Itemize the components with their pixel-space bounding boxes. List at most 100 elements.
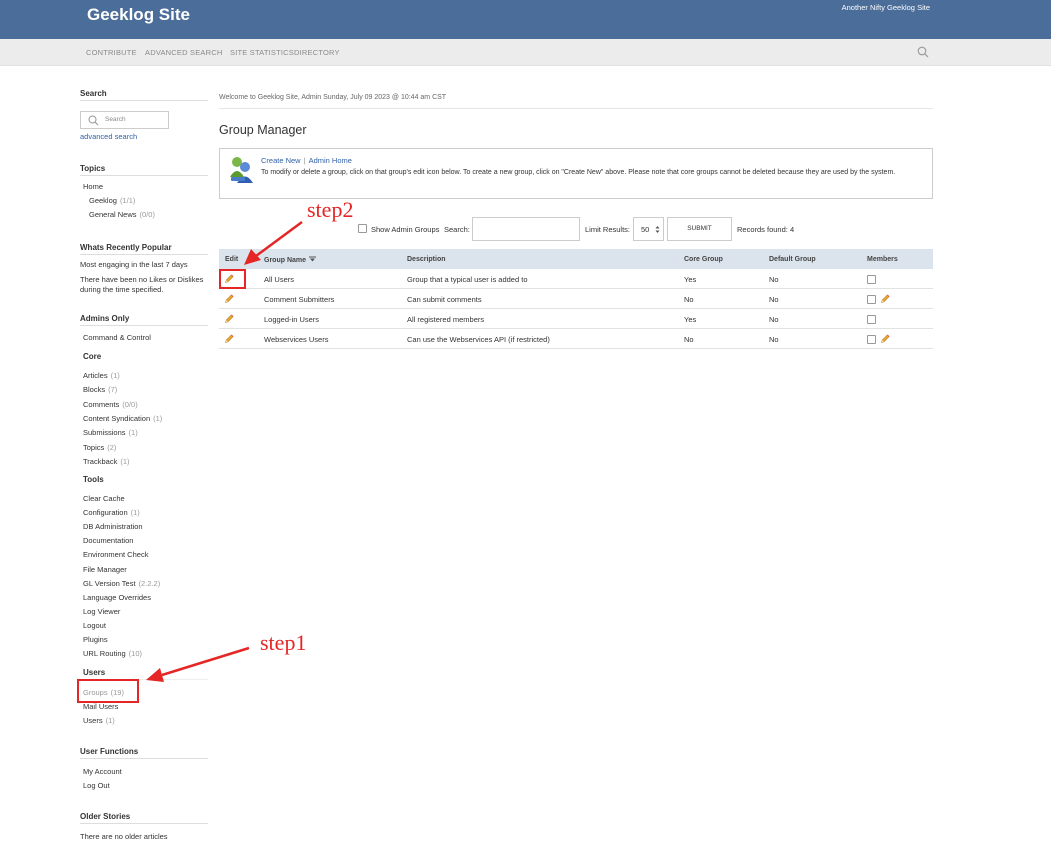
sidebar-link-label: Language Overrides [83, 592, 151, 602]
topic-count: (1/1) [119, 196, 136, 205]
step1-arrow-line [161, 646, 250, 677]
group-name-cell: All Users [264, 275, 295, 284]
submit-button[interactable]: SUBMIT [667, 217, 732, 241]
sidebar-link-label: Environment Check [83, 550, 149, 560]
sidebar-link-label: URL Routing [83, 649, 126, 659]
sidebar-link-count: (1) [128, 428, 138, 438]
nav-advanced-search[interactable]: ADVANCED SEARCH [145, 48, 222, 57]
edit-group-icon[interactable] [224, 314, 234, 324]
sidebar-link-label: Comments [83, 399, 120, 409]
sidebar-link-documentation[interactable]: Documentation [83, 536, 133, 545]
header-group-name[interactable]: Group Name [264, 256, 317, 264]
group-users-icon [230, 157, 253, 183]
sidebar-link-comments[interactable]: Comments (0/0) [83, 400, 138, 409]
sidebar-link-plugins[interactable]: Plugins [83, 635, 108, 644]
search-icon[interactable] [917, 46, 929, 58]
members-checkbox[interactable] [867, 275, 876, 284]
sidebar-link-label: DB Administration [83, 522, 143, 532]
admin-home-link[interactable]: Admin Home [309, 156, 352, 165]
members-checkbox[interactable] [867, 315, 876, 324]
sidebar-search-title: Search [80, 89, 208, 101]
sidebar-admins-title: Admins Only [80, 314, 208, 326]
sidebar-link-label: Submissions [83, 428, 126, 438]
sidebar-link-gl-version-test[interactable]: GL Version Test (2.2.2) [83, 579, 160, 588]
sidebar-link-blocks[interactable]: Blocks (7) [83, 385, 117, 394]
tools-section-title: Tools [83, 475, 104, 484]
sidebar-link-label: Articles [83, 371, 108, 380]
sidebar-link-file-manager[interactable]: File Manager [83, 565, 127, 574]
popular-empty-text-2: during the time specified. [80, 285, 164, 294]
header-description: Description [407, 256, 446, 263]
sidebar-search-input[interactable]: Search [80, 111, 169, 129]
sidebar-link-content-syndication[interactable]: Content Syndication (1) [83, 414, 162, 423]
sidebar-link-users[interactable]: Users (1) [83, 716, 115, 725]
log-out-link[interactable]: Log Out [83, 781, 110, 790]
nav-contribute[interactable]: CONTRIBUTE [86, 48, 137, 57]
nav-site-statistics[interactable]: SITE STATISTICS [230, 48, 294, 57]
sidebar-link-mail-users[interactable]: Mail Users [83, 702, 118, 711]
site-title[interactable]: Geeklog Site [87, 5, 190, 25]
topic-home-link[interactable]: Home [83, 182, 103, 191]
sidebar-link-clear-cache[interactable]: Clear Cache [83, 494, 125, 503]
table-row: All Users Group that a typical user is ad… [219, 269, 933, 289]
topic-label: Geeklog [89, 196, 117, 205]
sidebar-link-label: Content Syndication [83, 413, 151, 423]
sidebar-link-topics[interactable]: Topics (2) [83, 443, 116, 452]
site-header: Geeklog Site Another Nifty Geeklog Site [0, 0, 1051, 39]
page-title: Group Manager [219, 123, 307, 137]
sidebar-user-functions-title: User Functions [80, 747, 208, 759]
sidebar-link-language-overrides[interactable]: Language Overrides [83, 593, 151, 602]
advanced-search-link[interactable]: advanced search [80, 132, 137, 141]
sidebar-link-count: (10) [128, 649, 143, 659]
sidebar-popular-title: Whats Recently Popular [80, 243, 208, 255]
nav-directory[interactable]: DIRECTORY [294, 48, 340, 57]
edit-group-icon[interactable] [224, 294, 234, 304]
core-group-cell: Yes [684, 315, 697, 324]
edit-group-icon[interactable] [224, 334, 234, 344]
limit-results-select[interactable]: 50 [633, 217, 664, 241]
sidebar-link-trackback[interactable]: Trackback (1) [83, 457, 130, 466]
sidebar-link-count: (1) [120, 456, 130, 466]
sidebar-link-count: (2) [107, 442, 117, 452]
topic-geeklog-link[interactable]: Geeklog (1/1) [89, 196, 135, 205]
sidebar-link-configuration[interactable]: Configuration (1) [83, 508, 140, 517]
sidebar-link-count: (1) [110, 371, 120, 380]
sidebar-link-db-administration[interactable]: DB Administration [83, 522, 143, 531]
edit-members-icon[interactable] [880, 294, 890, 304]
sidebar-link-log-viewer[interactable]: Log Viewer [83, 607, 120, 616]
select-arrows-icon [655, 226, 660, 233]
my-account-link[interactable]: My Account [83, 767, 122, 776]
sidebar-topics-block: Topics [80, 164, 208, 176]
topic-label: General News [89, 210, 137, 219]
topic-general-news-link[interactable]: General News (0/0) [89, 210, 155, 219]
sidebar-link-count: (1) [153, 413, 163, 423]
show-admin-groups-label: Show Admin Groups [371, 225, 440, 234]
sidebar-link-logout[interactable]: Logout [83, 621, 106, 630]
command-control-link[interactable]: Command & Control [83, 333, 151, 342]
default-group-cell: No [769, 295, 779, 304]
topic-home-label: Home [83, 182, 104, 191]
group-name-cell: Logged-in Users [264, 315, 320, 324]
core-section-title: Core [83, 352, 102, 361]
create-new-link[interactable]: Create New [261, 156, 301, 165]
sidebar-link-label: Log Viewer [83, 606, 121, 616]
sidebar-link-environment-check[interactable]: Environment Check [83, 550, 148, 559]
show-admin-groups-checkbox[interactable] [358, 224, 367, 233]
core-group-cell: Yes [684, 275, 697, 284]
sidebar-link-label: GL Version Test [83, 578, 136, 588]
members-checkbox[interactable] [867, 295, 876, 304]
sidebar-link-submissions[interactable]: Submissions (1) [83, 428, 138, 437]
search-label: Search: [444, 225, 470, 234]
sidebar-link-articles[interactable]: Articles (1) [83, 371, 120, 380]
sidebar-topics-title: Topics [80, 164, 208, 176]
sidebar-link-label: Blocks [83, 385, 106, 395]
table-header-row: Edit Group Name Description Core Group D… [219, 249, 933, 269]
sidebar-link-count: (7) [108, 385, 118, 395]
header-group-name-label: Group Name [264, 257, 307, 264]
sidebar-popular-block: Whats Recently Popular [80, 243, 208, 255]
group-search-input[interactable] [472, 217, 580, 241]
sidebar-link-url-routing[interactable]: URL Routing (10) [83, 649, 142, 658]
search-placeholder: Search [105, 116, 126, 123]
edit-members-icon[interactable] [880, 334, 890, 344]
members-checkbox[interactable] [867, 335, 876, 344]
